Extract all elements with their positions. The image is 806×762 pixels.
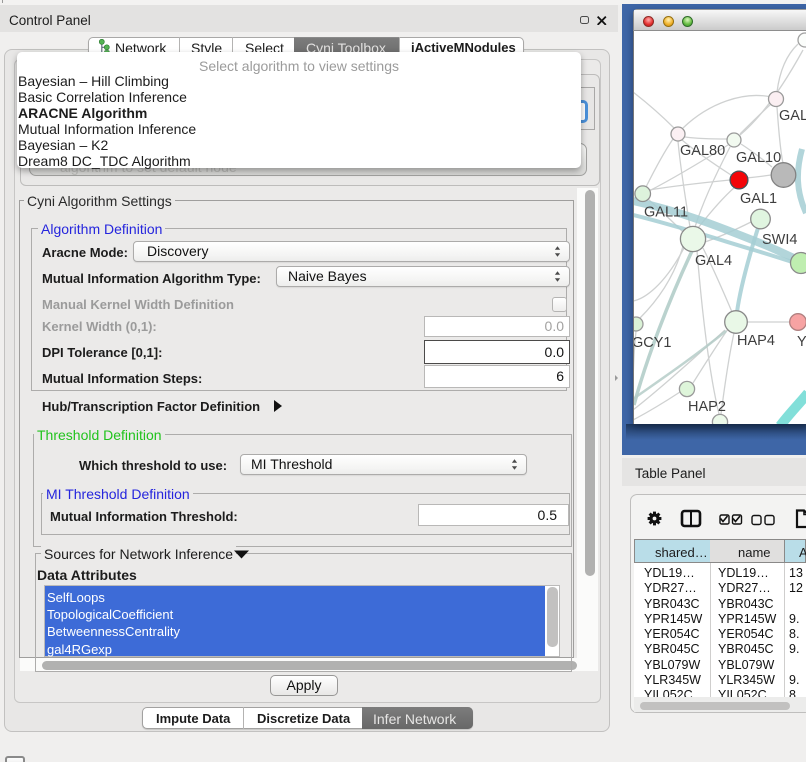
svg-text:GAL: GAL — [779, 108, 806, 124]
svg-text:GAL1: GAL1 — [740, 191, 777, 207]
svg-text:GAL80: GAL80 — [680, 143, 725, 159]
svg-text:GCY1: GCY1 — [634, 335, 672, 351]
svg-text:GAL4: GAL4 — [695, 253, 732, 269]
svg-text:HAP2: HAP2 — [688, 399, 726, 415]
svg-text:SWI4: SWI4 — [762, 232, 797, 248]
svg-text:YD: YD — [797, 334, 806, 350]
svg-text:GAL11: GAL11 — [644, 205, 688, 221]
svg-text:GAL10: GAL10 — [736, 150, 781, 166]
svg-text:HAP4: HAP4 — [737, 333, 775, 349]
